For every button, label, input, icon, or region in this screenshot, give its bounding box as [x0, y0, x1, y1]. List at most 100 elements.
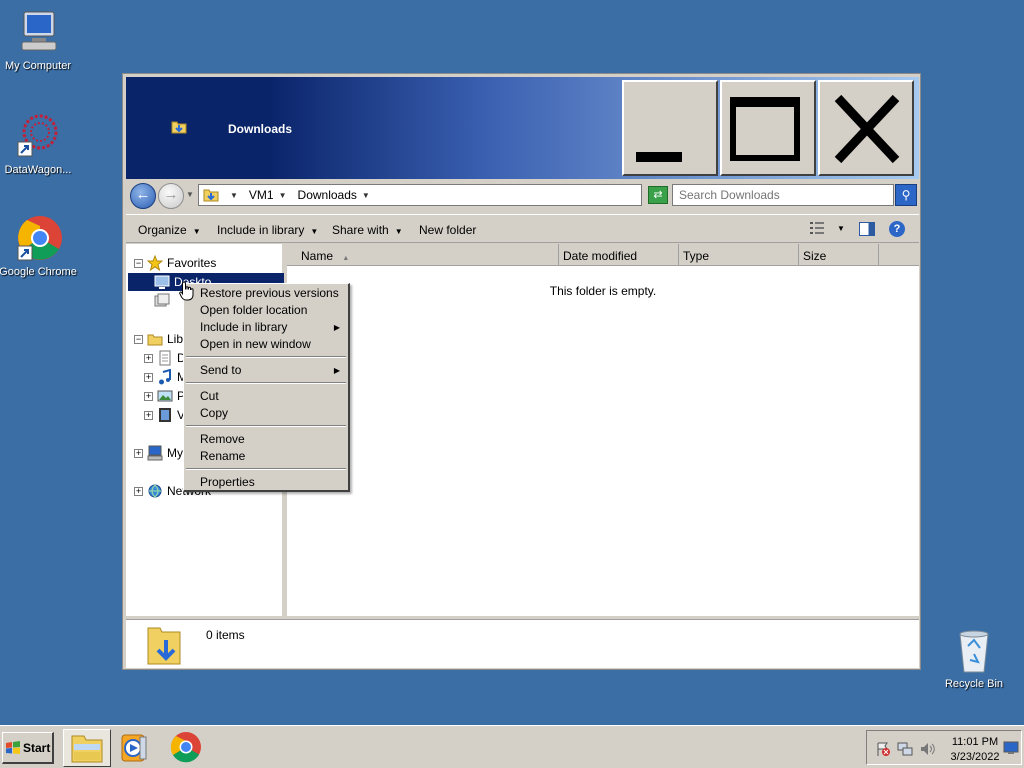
close-button[interactable] — [818, 80, 914, 176]
column-header-name[interactable]: Name ▲ — [287, 244, 559, 266]
start-button[interactable]: Start — [2, 732, 54, 764]
tree-node-pictures[interactable]: + P — [144, 387, 185, 405]
start-label: Start — [23, 740, 51, 755]
volume-icon[interactable] — [919, 741, 937, 757]
expand-toggle[interactable]: + — [144, 353, 153, 363]
column-header-size[interactable]: Size — [799, 244, 879, 266]
tree-node-computer[interactable]: + My — [134, 444, 183, 462]
column-label: Type — [683, 249, 710, 263]
clock-time: 11:01 PM — [951, 736, 999, 748]
title-bar[interactable]: Downloads — [126, 77, 919, 179]
search-button[interactable]: ⚲ — [895, 184, 917, 206]
search-icon: ⚲ — [901, 188, 911, 202]
libraries-icon — [147, 334, 163, 346]
menu-item-copy[interactable]: Copy — [200, 405, 340, 422]
menu-item-open-folder-location[interactable]: Open folder location — [200, 302, 340, 319]
address-bar[interactable]: ▼ VM1 ▼ Downloads ▼ ▼ — [198, 184, 707, 206]
view-options-dropdown[interactable]: ▼ — [837, 224, 845, 233]
desktop-icon-label: Google Chrome — [0, 266, 77, 278]
menu-item-properties[interactable]: Properties — [200, 474, 340, 491]
taskbar-chrome-button[interactable] — [162, 729, 210, 767]
pictures-icon — [157, 390, 173, 402]
help-button[interactable]: ? — [889, 221, 905, 237]
breadcrumb-label: VM1 — [248, 188, 274, 202]
action-center-flag-icon[interactable] — [875, 741, 891, 757]
expand-toggle[interactable]: + — [134, 448, 143, 458]
datawagon-icon — [14, 112, 62, 160]
desktop-icon-google-chrome[interactable]: Google Chrome — [0, 214, 78, 278]
preview-pane-button[interactable] — [859, 222, 875, 236]
taskbar-media-player-button[interactable] — [112, 729, 160, 767]
maximize-button[interactable] — [720, 80, 816, 176]
include-in-library-menu[interactable]: Include in library ▼ — [217, 223, 318, 237]
menu-item-cut[interactable]: Cut — [200, 388, 340, 405]
windows-logo-icon — [6, 740, 20, 754]
breadcrumb-vm1[interactable]: VM1 ▼ — [249, 188, 292, 202]
address-row: ← → ▼ ▼ VM1 ▼ Downloads ▼ ▼ ⇄ ⚲ — [126, 181, 919, 211]
sort-ascending-icon: ▲ — [342, 255, 350, 262]
menu-separator — [186, 382, 346, 384]
tree-node-recent[interactable] — [154, 292, 174, 310]
breadcrumb-root-arrow[interactable]: ▼ — [225, 191, 243, 200]
empty-folder-message: This folder is empty. — [549, 284, 657, 298]
media-player-icon — [121, 734, 147, 762]
menu-item-rename[interactable]: Rename — [200, 448, 340, 465]
taskbar-explorer-button[interactable] — [63, 729, 111, 767]
organize-menu[interactable]: Organize ▼ — [138, 223, 201, 237]
change-view-icon[interactable] — [810, 221, 824, 235]
include-in-library-label: Include in library — [217, 223, 305, 237]
column-label: Date modified — [563, 249, 638, 263]
context-menu: Restore previous versions Open folder lo… — [183, 283, 350, 492]
collapse-toggle[interactable]: − — [134, 258, 143, 268]
tree-node-videos[interactable]: + V — [144, 406, 185, 424]
refresh-button[interactable]: ⇄ — [648, 186, 668, 204]
desktop-icon-my-computer[interactable]: My Computer — [0, 8, 78, 72]
file-list[interactable]: Name ▲ Date modified Type Size This fold… — [287, 244, 919, 616]
chevron-down-icon: ▼ — [394, 227, 403, 236]
column-header-type[interactable]: Type — [679, 244, 799, 266]
show-desktop-icon[interactable] — [1003, 741, 1019, 755]
menu-item-include-in-library[interactable]: Include in library ▶ — [200, 319, 340, 336]
back-button[interactable]: ← — [130, 183, 156, 209]
menu-item-remove[interactable]: Remove — [200, 431, 340, 448]
chevron-down-icon[interactable]: ▼ — [362, 191, 370, 200]
minimize-button[interactable] — [622, 80, 718, 176]
breadcrumb-downloads[interactable]: Downloads ▼ — [298, 188, 375, 202]
share-with-label: Share with — [332, 223, 389, 237]
collapse-toggle[interactable]: − — [134, 334, 143, 344]
recycle-bin-icon — [950, 626, 998, 674]
expand-toggle[interactable]: + — [144, 391, 153, 401]
windows-explorer-icon — [71, 735, 103, 763]
chevron-down-icon: ▼ — [310, 227, 319, 236]
forward-button[interactable]: → — [158, 183, 184, 209]
minimize-icon — [636, 152, 682, 162]
network-status-icon[interactable] — [897, 741, 913, 757]
breadcrumb-label: Downloads — [297, 188, 357, 202]
new-folder-button[interactable]: New folder — [419, 223, 476, 237]
expand-toggle[interactable]: + — [144, 372, 153, 382]
menu-item-restore-previous-versions[interactable]: Restore previous versions — [200, 285, 340, 302]
downloads-folder-icon — [203, 189, 219, 202]
desktop-icon-recycle-bin[interactable]: Recycle Bin — [934, 626, 1014, 690]
expand-toggle[interactable]: + — [134, 486, 143, 496]
tree-node-libraries[interactable]: − Libr — [134, 330, 187, 348]
menu-item-send-to[interactable]: Send to ▶ — [200, 362, 340, 379]
desktop-icon-label: DataWagon... — [4, 164, 72, 176]
menu-item-label: Include in library — [200, 320, 288, 334]
clock[interactable]: 11:01 PM 3/23/2022 — [945, 735, 1005, 765]
chevron-down-icon[interactable]: ▼ — [279, 191, 287, 200]
tree-node-music[interactable]: + M — [144, 368, 187, 386]
menu-separator — [186, 425, 346, 427]
menu-item-open-in-new-window[interactable]: Open in new window — [200, 336, 340, 353]
expand-toggle[interactable]: + — [144, 410, 153, 420]
desktop-icon-datawagon[interactable]: DataWagon... — [0, 112, 78, 176]
share-with-menu[interactable]: Share with ▼ — [332, 223, 403, 237]
tree-node-favorites[interactable]: − Favorites — [134, 254, 216, 272]
search-input[interactable] — [672, 184, 894, 206]
recent-pages-dropdown[interactable]: ▼ — [186, 190, 194, 199]
tree-node-documents[interactable]: + D — [144, 349, 186, 367]
column-header-date-modified[interactable]: Date modified — [559, 244, 679, 266]
submenu-arrow-icon: ▶ — [333, 323, 340, 332]
menu-item-label: Send to — [200, 363, 242, 377]
chrome-icon — [170, 732, 201, 763]
